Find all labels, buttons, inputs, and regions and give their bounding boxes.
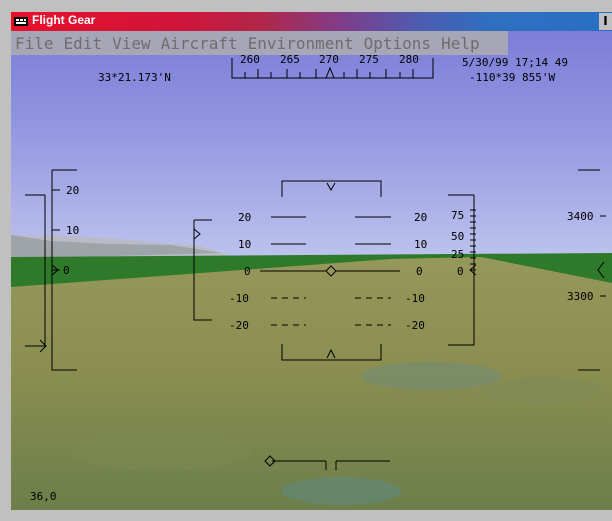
heading-tick-260: 260 [240,53,260,66]
left-tape-20: 20 [66,184,79,197]
pitch-left-m10: -10 [229,292,249,305]
left-tape-0: 0 [63,264,70,277]
latitude-readout: 33*21.173'N [98,71,171,84]
pitch-left-0: 0 [244,265,251,278]
hud-overlay: 33*21.173'N 5/30/99 17;14 49 -110*39 855… [25,53,606,503]
pitch-right-m10: -10 [405,292,425,305]
pitch-right-m20: -20 [405,319,425,332]
window-bottom-border [0,510,612,521]
altitude-tick-3300: 3300 [567,290,594,303]
heading-tick-265: 265 [280,53,300,66]
bottom-readout: 36,0 [30,490,57,503]
heading-tick-270: 270 [319,53,339,66]
pitch-left-m20: -20 [229,319,249,332]
pitch-right-0: 0 [416,265,423,278]
throttle-tick-0: 0 [457,265,464,278]
pitch-right-10: 10 [414,238,427,251]
heading-tick-280: 280 [399,53,419,66]
pitch-left-10: 10 [238,238,251,251]
throttle-tick-50: 50 [451,230,464,243]
throttle-tick-25: 25 [451,248,464,261]
left-tape-10: 10 [66,224,79,237]
throttle-tick-75: 75 [451,209,464,222]
pitch-left-20: 20 [238,211,251,224]
pitch-right-20: 20 [414,211,427,224]
heading-tick-275: 275 [359,53,379,66]
datetime-readout: 5/30/99 17;14 49 [462,56,568,69]
longitude-readout: -110*39 855'W [469,71,555,84]
altitude-tick-3400: 3400 [567,210,594,223]
application-window: Flight Gear I File Edit View Aircraft En… [0,0,612,521]
